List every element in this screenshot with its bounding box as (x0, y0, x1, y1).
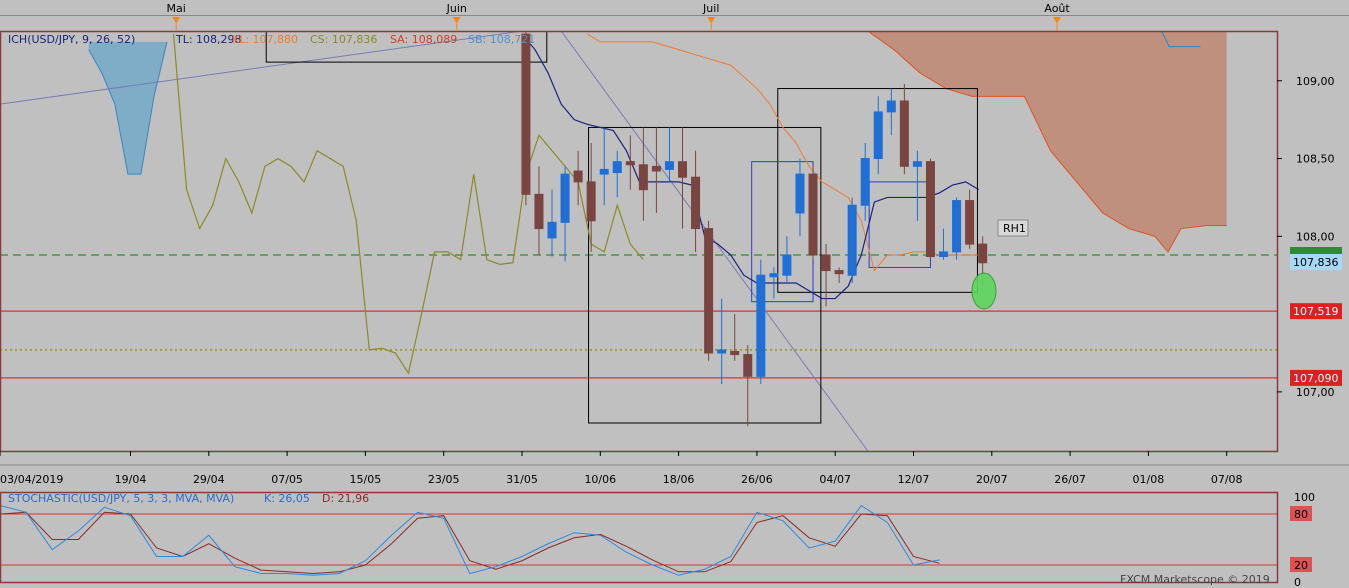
x-tick-label-13: 26/07 (1054, 473, 1086, 486)
stoch-axis-label-2: 20 (1294, 559, 1308, 572)
x-tick-label-10: 04/07 (819, 473, 851, 486)
candle-body-5[interactable] (586, 181, 596, 222)
candle-body-6[interactable] (599, 168, 609, 175)
x-tick-label-1: 19/04 (115, 473, 147, 486)
x-tick-label-11: 12/07 (898, 473, 930, 486)
candle-body-8[interactable] (625, 161, 635, 166)
level-badge-green (1290, 247, 1342, 254)
y-tick-label-0: 109,00 (1296, 75, 1335, 88)
candle-body-33[interactable] (952, 200, 962, 253)
candle-body-15[interactable] (717, 349, 727, 354)
candle-body-31[interactable] (925, 161, 935, 258)
candle-body-23[interactable] (821, 254, 831, 272)
senkou-b-value-label: SB: 108,721 (468, 33, 535, 46)
highlight-ellipse (971, 272, 997, 310)
x-tick-label-14: 01/08 (1133, 473, 1165, 486)
x-tick-label-3: 07/05 (271, 473, 303, 486)
month-label-3: Août (1044, 2, 1070, 15)
x-tick-label-12: 20/07 (976, 473, 1008, 486)
candle-body-1[interactable] (534, 193, 544, 230)
x-tick-label-8: 18/06 (663, 473, 695, 486)
candle-body-2[interactable] (547, 221, 557, 239)
candle-body-25[interactable] (847, 204, 857, 276)
senkou-a-value-label: SA: 108,089 (390, 33, 457, 46)
candle-body-28[interactable] (886, 100, 896, 113)
candle-body-18[interactable] (756, 274, 766, 377)
x-tick-label-7: 10/06 (584, 473, 616, 486)
price-badge-label-1: 107,519 (1293, 305, 1339, 318)
y-tick-label-1: 108,50 (1296, 153, 1335, 166)
x-tick-label-5: 23/05 (428, 473, 460, 486)
x-tick-label-4: 15/05 (350, 473, 382, 486)
candle-body-21[interactable] (795, 173, 805, 214)
candle-body-20[interactable] (782, 254, 792, 276)
candle-body-7[interactable] (612, 161, 622, 174)
candle-body-14[interactable] (704, 228, 714, 354)
x-tick-label-15: 07/08 (1211, 473, 1243, 486)
x-tick-label-2: 29/04 (193, 473, 225, 486)
candle-body-9[interactable] (638, 164, 648, 191)
candle-body-16[interactable] (730, 350, 740, 356)
candle-body-10[interactable] (651, 165, 661, 172)
stochastic-d-label: D: 21,96 (322, 492, 369, 505)
chikou-value-label: CS: 107,836 (310, 33, 377, 46)
candle-body-34[interactable] (965, 200, 975, 245)
candle-body-30[interactable] (912, 161, 922, 167)
x-tick-label-9: 26/06 (741, 473, 773, 486)
rh1-annotation[interactable]: RH1 (997, 219, 1029, 237)
kijun-value-label: KL: 107,880 (232, 33, 298, 46)
stoch-axis-label-0: 100 (1294, 491, 1315, 504)
x-tick-label-6: 31/05 (506, 473, 538, 486)
candle-body-32[interactable] (939, 251, 949, 258)
candle-body-26[interactable] (860, 158, 870, 206)
candle-body-4[interactable] (573, 170, 583, 183)
candle-body-13[interactable] (691, 176, 701, 230)
candle-body-3[interactable] (560, 173, 570, 223)
rh1-label: RH1 (1003, 222, 1026, 235)
candle-body-29[interactable] (899, 100, 909, 167)
indicator-label: ICH(USD/JPY, 9, 26, 52) (8, 33, 135, 46)
candle-body-24[interactable] (834, 270, 844, 275)
candle-body-35[interactable] (978, 243, 988, 264)
y-tick-label-3: 107,00 (1296, 386, 1335, 399)
candle-body-11[interactable] (664, 161, 674, 170)
stochastic-label: STOCHASTIC(USD/JPY, 5, 3, 3, MVA, MVA) (8, 492, 234, 505)
candle-body-0[interactable] (521, 33, 531, 195)
y-tick-label-2: 108,00 (1296, 230, 1335, 243)
month-label-0: Mai (167, 2, 186, 15)
stoch-axis-label-3: 0 (1294, 576, 1301, 588)
candle-body-27[interactable] (873, 111, 883, 160)
footer-brand: FXCM Marketscope © 2019 (1120, 573, 1270, 586)
chart-root: 109,00 108,50 108,00 107,00 107,836 107,519 10… (0, 0, 1349, 588)
candle-body-12[interactable] (678, 161, 688, 178)
price-badge-label-0: 107,836 (1293, 256, 1339, 269)
x-tick-label-0: 03/04/2019 (0, 473, 63, 486)
month-label-1: Juin (446, 2, 467, 15)
candle-body-19[interactable] (769, 273, 779, 278)
stoch-axis-label-1: 80 (1294, 508, 1308, 521)
price-badge-label-2: 107,090 (1293, 372, 1339, 385)
month-label-2: Juil (702, 2, 719, 15)
stochastic-k-label: K: 26,05 (264, 492, 310, 505)
candle-body-22[interactable] (808, 173, 818, 256)
candle-body-17[interactable] (743, 354, 753, 377)
